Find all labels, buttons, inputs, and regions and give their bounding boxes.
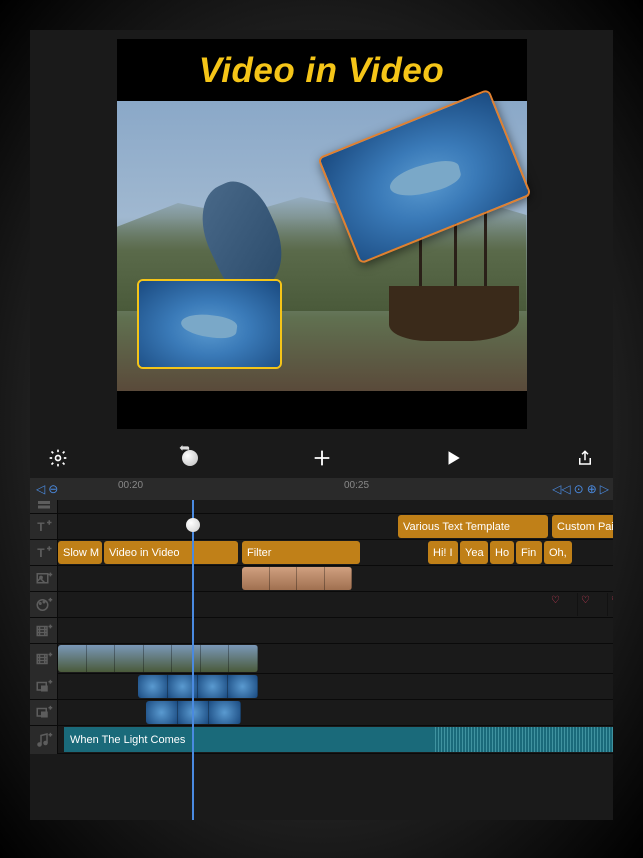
app-frame: Video in Video ➦ <box>30 30 613 820</box>
track-head-video-empty[interactable] <box>30 618 58 643</box>
playhead-knob[interactable] <box>186 518 200 532</box>
zoom-icon[interactable]: ⊖ <box>48 482 58 496</box>
video-track-empty <box>30 618 613 644</box>
track-head-paint[interactable] <box>30 592 58 617</box>
paint-plus-icon <box>35 596 53 614</box>
track-head-audio[interactable] <box>30 726 58 754</box>
text-track-1: T Various Text TemplateCustom Paint <box>30 514 613 540</box>
share-icon <box>576 448 594 468</box>
video-track-empty-body[interactable] <box>58 618 613 643</box>
ruler-time-1: 00:20 <box>118 480 143 491</box>
video-stage[interactable]: Video in Video <box>117 39 527 429</box>
music-plus-icon <box>35 731 53 749</box>
text-clip[interactable]: Yea <box>460 541 488 564</box>
audio-track-body[interactable]: When The Light Comes <box>58 726 613 753</box>
plus-icon <box>311 447 333 469</box>
text-plus-icon: T <box>35 544 53 562</box>
text-track-2: T Slow MVideo in VideoFilter Hi! IYeaHoFi… <box>30 540 613 566</box>
main-toolbar: ➦ <box>30 438 613 478</box>
audio-track: When The Light Comes <box>30 726 613 754</box>
pip-clip-1[interactable] <box>138 675 258 698</box>
film-plus-icon <box>35 650 53 668</box>
undo-icon: ➦ <box>182 450 198 466</box>
add-button[interactable] <box>304 440 340 476</box>
video-track-main-body[interactable] <box>58 644 613 673</box>
pip-track-1-body[interactable] <box>58 674 613 699</box>
track-head-text-2[interactable]: T <box>30 540 58 565</box>
paint-clip[interactable]: ♡ ♡ ♡ <box>548 593 613 616</box>
pip-track-2 <box>30 700 613 726</box>
paint-track-body[interactable]: ♡ ♡ ♡ <box>58 592 613 617</box>
paint-track: ♡ ♡ ♡ <box>30 592 613 618</box>
zoom-out-icon[interactable]: ◁ <box>36 482 45 496</box>
video-track-main <box>30 644 613 674</box>
overlay-track-1-body[interactable] <box>58 566 613 591</box>
ruler-time-2: 00:25 <box>344 480 369 491</box>
text-clip[interactable]: Slow M <box>58 541 102 564</box>
audio-waveform <box>433 727 613 752</box>
text-clip[interactable]: Hi! I <box>428 541 458 564</box>
text-track-1-body[interactable]: Various Text TemplateCustom Paint <box>58 514 613 539</box>
overlay-plus-icon <box>35 678 53 696</box>
overlay-title: Video in Video <box>117 51 527 91</box>
locate-icon[interactable]: ⊙ <box>574 482 584 496</box>
svg-text:T: T <box>37 545 45 559</box>
time-ruler[interactable]: ◁ ⊖ 00:20 00:25 ◁◁ ⊙ ⊕ ▷ <box>30 478 613 500</box>
svg-text:T: T <box>37 519 45 533</box>
track-head-video-main[interactable] <box>30 644 58 674</box>
overlay-track-1 <box>30 566 613 592</box>
image-plus-icon <box>35 570 53 588</box>
pip-track-1 <box>30 674 613 700</box>
gear-icon <box>48 448 68 468</box>
text-clip[interactable]: Fin <box>516 541 542 564</box>
text-clip[interactable]: Video in Video <box>104 541 238 564</box>
text-track-2-body[interactable]: Slow MVideo in VideoFilter Hi! IYeaHoFinO… <box>58 540 613 565</box>
track-head-overlay-1[interactable] <box>30 566 58 591</box>
text-clip[interactable]: Various Text Template <box>398 515 548 538</box>
timeline: ◁ ⊖ 00:20 00:25 ◁◁ ⊙ ⊕ ▷ <box>30 478 613 820</box>
tracks-container: T Various Text TemplateCustom Paint T Sl… <box>30 500 613 820</box>
track-head-pip-2[interactable] <box>30 700 58 725</box>
next-frame-icon[interactable]: ▷ <box>600 482 609 496</box>
track-head-text-1[interactable]: T <box>30 514 58 539</box>
track-head-pip-1[interactable] <box>30 674 58 699</box>
prev-frame-icon[interactable]: ◁◁ <box>552 482 570 496</box>
zoom-in-icon[interactable]: ⊕ <box>587 482 597 496</box>
settings-button[interactable] <box>40 440 76 476</box>
text-clip[interactable]: Ho <box>490 541 514 564</box>
pip-track-2-body[interactable] <box>58 700 613 725</box>
overlay-plus-icon <box>35 704 53 722</box>
audio-clip-title: When The Light Comes <box>70 734 185 746</box>
text-plus-icon: T <box>35 518 53 536</box>
track-head-spacer[interactable] <box>30 500 58 513</box>
play-button[interactable] <box>435 440 471 476</box>
preview-area: Video in Video <box>30 30 613 438</box>
film-plus-icon <box>35 622 53 640</box>
pip-clip-2[interactable] <box>146 701 241 724</box>
share-button[interactable] <box>567 440 603 476</box>
layer-icon <box>35 498 53 516</box>
play-icon <box>444 449 462 467</box>
video-clip-main[interactable] <box>58 645 258 672</box>
track-spacer <box>30 500 613 514</box>
audio-clip[interactable]: When The Light Comes <box>64 727 613 752</box>
pip-overlay-1[interactable] <box>137 279 282 369</box>
text-clip[interactable]: Oh, <box>544 541 572 564</box>
overlay-clip[interactable] <box>242 567 352 590</box>
text-clip[interactable]: Custom Paint <box>552 515 613 538</box>
text-clip[interactable]: Filter <box>242 541 360 564</box>
undo-button[interactable]: ➦ <box>172 440 208 476</box>
